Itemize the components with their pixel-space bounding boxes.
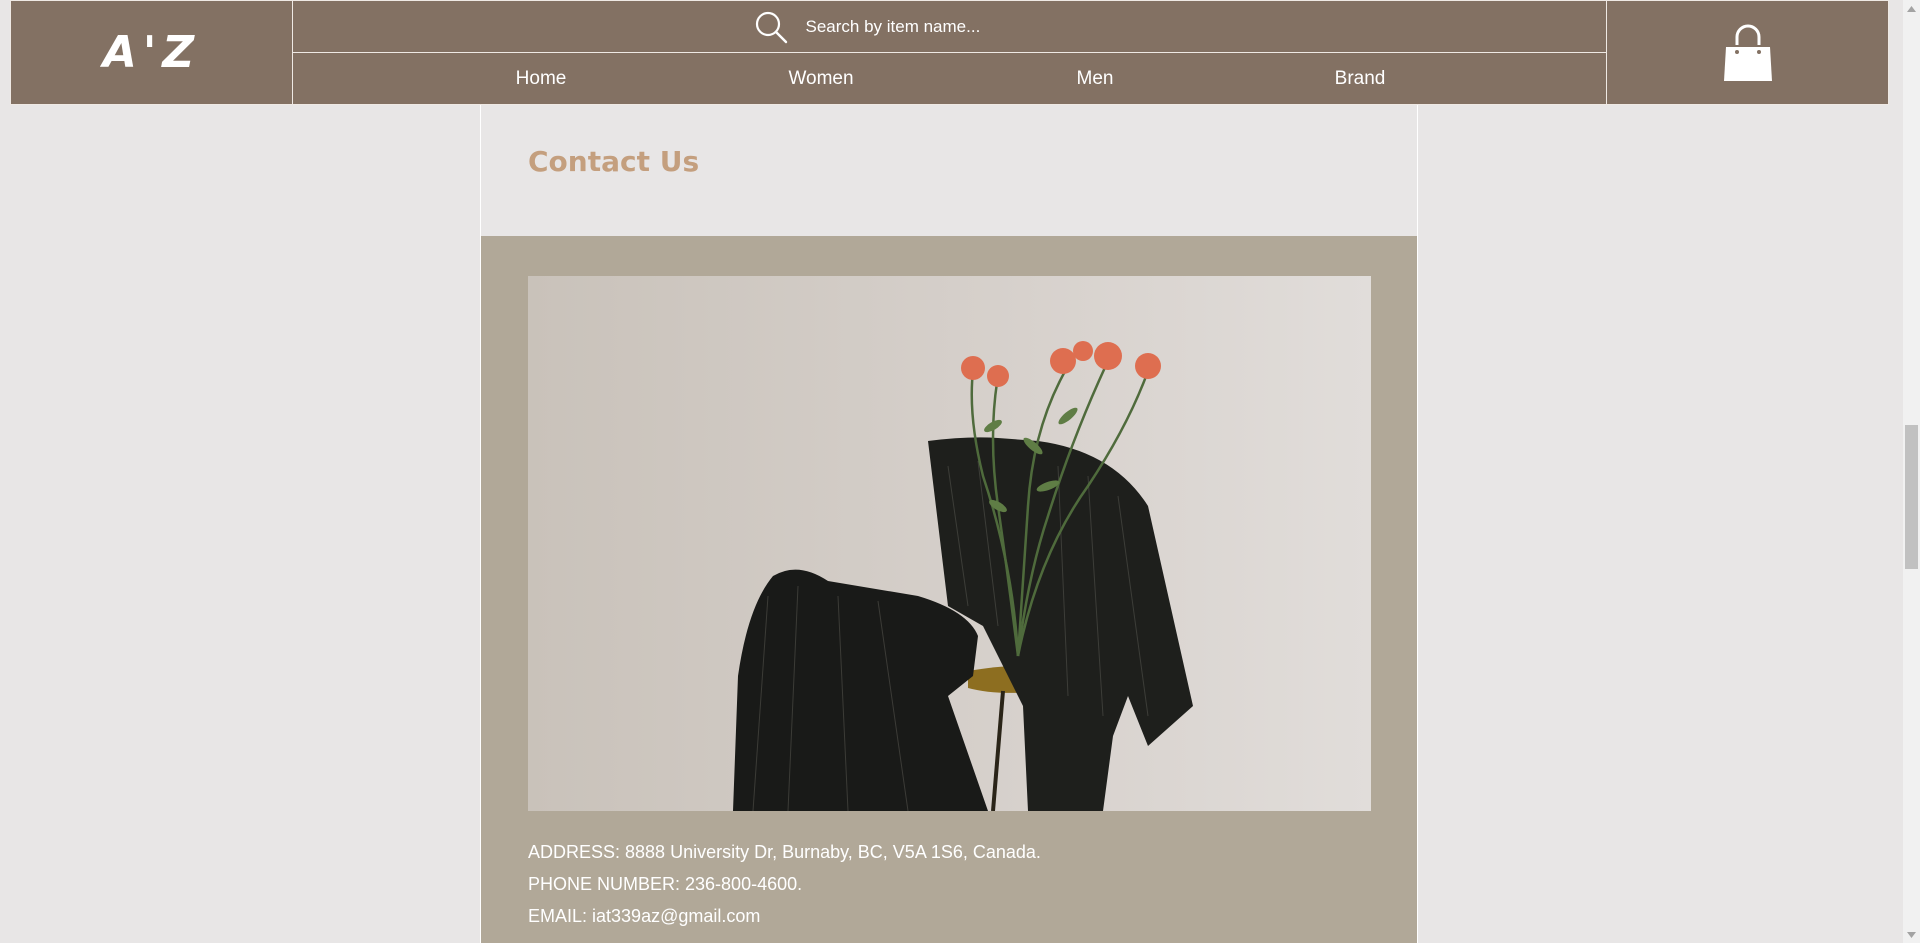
logo-container[interactable]: A'Z	[11, 1, 293, 104]
header-middle: Home Women Men Brand	[293, 1, 1606, 104]
nav-item-women[interactable]: Women	[788, 68, 853, 90]
contact-panel: ADDRESS: 8888 University Dr, Burnaby, BC…	[481, 236, 1417, 943]
nav-item-men[interactable]: Men	[1077, 68, 1114, 90]
contact-photo	[528, 276, 1371, 811]
search-icon[interactable]	[754, 10, 788, 44]
suit-flowers-image	[733, 341, 1193, 811]
shopping-bag-icon[interactable]	[1722, 23, 1774, 83]
page-title: Contact Us	[528, 145, 700, 178]
search-bar	[293, 1, 1606, 53]
scroll-thumb[interactable]	[1905, 425, 1918, 569]
nav-item-brand[interactable]: Brand	[1335, 68, 1386, 90]
contact-info: ADDRESS: 8888 University Dr, Burnaby, BC…	[528, 836, 1041, 932]
scroll-down-icon[interactable]	[1903, 926, 1920, 943]
contact-phone: PHONE NUMBER: 236-800-4600.	[528, 874, 803, 894]
scroll-up-icon[interactable]	[1903, 0, 1920, 17]
site-header: A'Z Home Women Men Brand	[10, 0, 1889, 105]
logo[interactable]: A'Z	[103, 27, 200, 78]
main-content: Contact Us ADDRESS: 8888 University Dr, …	[480, 105, 1418, 943]
contact-header: Contact Us	[481, 105, 1417, 236]
main-nav: Home Women Men Brand	[293, 53, 1606, 104]
cart-container	[1606, 1, 1888, 104]
page-scrollbar[interactable]	[1903, 0, 1920, 943]
search-input[interactable]	[805, 16, 1066, 37]
contact-email[interactable]: EMAIL: iat339az@gmail.com	[528, 900, 1041, 932]
nav-item-home[interactable]: Home	[516, 68, 567, 90]
contact-address: ADDRESS: 8888 University Dr, Burnaby, BC…	[528, 842, 1041, 862]
